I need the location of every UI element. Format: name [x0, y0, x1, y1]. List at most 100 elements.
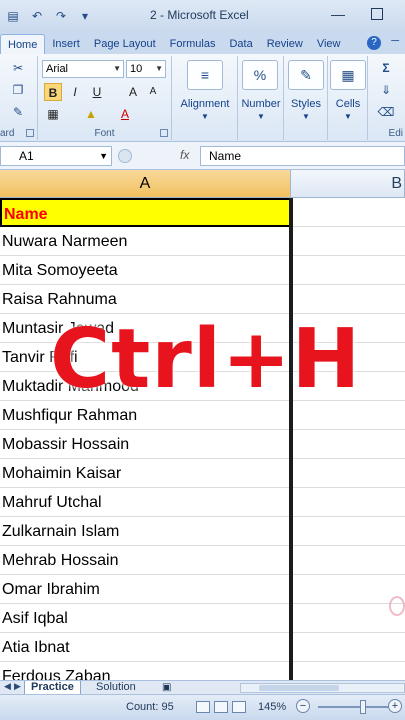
- scrollbar-thumb[interactable]: [259, 685, 339, 691]
- cell-a[interactable]: Mobassir Hossain: [0, 430, 291, 459]
- cell-b[interactable]: [292, 198, 405, 227]
- sheet-nav-left-icon[interactable]: ◀: [4, 681, 11, 692]
- column-header-a[interactable]: A: [0, 170, 291, 198]
- table-row: Mita Somoyeeta: [0, 256, 405, 285]
- page-layout-view-icon[interactable]: [214, 701, 228, 713]
- cell-a[interactable]: Raisa Rahnuma: [0, 285, 291, 314]
- editing-group: Σ ⇓ ⌫ Edi: [368, 56, 405, 140]
- tab-formulas[interactable]: Formulas: [163, 34, 223, 54]
- sheet-nav-right-icon[interactable]: ▶: [14, 681, 21, 692]
- font-color-button[interactable]: A: [116, 105, 134, 123]
- cell-a[interactable]: Mahruf Utchal: [0, 488, 291, 517]
- maximize-button[interactable]: [371, 8, 383, 20]
- page-break-view-icon[interactable]: [232, 701, 246, 713]
- tab-review[interactable]: Review: [260, 34, 310, 54]
- cell-a1[interactable]: Name: [0, 198, 291, 227]
- font-name-select[interactable]: Arial ▼: [42, 60, 124, 78]
- fill-color-icon[interactable]: ▲: [82, 105, 100, 123]
- shortcut-overlay-text: Ctrl+H: [50, 312, 362, 407]
- cell-a[interactable]: Atia Ibnat: [0, 633, 291, 662]
- cell-b[interactable]: [292, 227, 405, 256]
- selection-border: [289, 198, 293, 680]
- zoom-in-button[interactable]: +: [388, 699, 402, 713]
- sheet-tab-bar: ◀ ▶ Practice Solution ▣: [0, 680, 405, 694]
- table-row: Mahruf Utchal: [0, 488, 405, 517]
- tab-view[interactable]: View: [310, 34, 348, 54]
- cell-a[interactable]: Mohaimin Kaisar: [0, 459, 291, 488]
- cell-a[interactable]: Zulkarnain Islam: [0, 517, 291, 546]
- cell-b[interactable]: [292, 285, 405, 314]
- cell-b[interactable]: [292, 546, 405, 575]
- cell-a[interactable]: Nuwara Narmeen: [0, 227, 291, 256]
- font-size-value: 10: [130, 63, 143, 75]
- cell-a[interactable]: Mita Somoyeeta: [0, 256, 291, 285]
- fill-icon[interactable]: ⇓: [378, 82, 394, 98]
- font-launcher-icon[interactable]: [160, 129, 168, 137]
- cell-b[interactable]: [292, 459, 405, 488]
- tab-home[interactable]: Home: [0, 34, 46, 54]
- insert-sheet-icon[interactable]: ▣: [156, 681, 177, 694]
- undo-icon[interactable]: ↶: [28, 7, 46, 25]
- cell-b[interactable]: [292, 662, 405, 680]
- tab-data[interactable]: Data: [222, 34, 259, 54]
- clipboard-launcher-icon[interactable]: [26, 129, 34, 137]
- bold-button[interactable]: B: [44, 83, 62, 101]
- cell-b[interactable]: [292, 633, 405, 662]
- spreadsheet-grid: Name Nuwara Narmeen Mita Somoyeeta Raisa…: [0, 198, 405, 680]
- column-header-b[interactable]: B: [291, 170, 405, 198]
- cell-a[interactable]: Asif Iqbal: [0, 604, 291, 633]
- clear-icon[interactable]: ⌫: [378, 104, 395, 120]
- cell-b[interactable]: [292, 575, 405, 604]
- autosum-icon[interactable]: Σ: [378, 60, 394, 76]
- ribbon: ✂ ❐ ✎ ard Arial ▼ 10 ▼ B I U A A ▦ ▲ A F…: [0, 54, 405, 142]
- normal-view-icon[interactable]: [196, 701, 210, 713]
- cell-b[interactable]: [292, 488, 405, 517]
- cell-a[interactable]: Omar Ibrahim: [0, 575, 291, 604]
- cell-a[interactable]: Ferdous Zaban: [0, 662, 291, 680]
- borders-icon[interactable]: ▦: [44, 105, 62, 123]
- formula-bar-handle-icon[interactable]: [118, 149, 132, 163]
- watermark-logo-icon: [389, 596, 405, 616]
- formula-input[interactable]: Name: [200, 146, 405, 166]
- underline-button[interactable]: U: [88, 83, 106, 101]
- percent-button: %: [242, 60, 278, 90]
- cells-group[interactable]: ▦ Cells ▼: [328, 56, 368, 140]
- insert-function-button[interactable]: fx: [180, 148, 189, 162]
- table-row: Raisa Rahnuma: [0, 285, 405, 314]
- cut-icon[interactable]: ✂: [10, 60, 26, 76]
- horizontal-scrollbar[interactable]: [240, 683, 405, 693]
- copy-icon[interactable]: ❐: [10, 82, 26, 98]
- zoom-level[interactable]: 145%: [258, 701, 286, 713]
- tab-page-layout[interactable]: Page Layout: [87, 34, 163, 54]
- help-icon[interactable]: ?: [367, 36, 381, 50]
- table-row: Asif Iqbal: [0, 604, 405, 633]
- sheet-tab-solution[interactable]: Solution: [90, 681, 142, 694]
- cell-b[interactable]: [292, 604, 405, 633]
- tab-insert[interactable]: Insert: [45, 34, 87, 54]
- status-bar: Count: 95 145% − +: [0, 694, 405, 720]
- minimize-button[interactable]: —: [331, 6, 345, 22]
- customize-qat-icon[interactable]: ▾: [76, 7, 94, 25]
- zoom-slider-track[interactable]: [318, 706, 390, 708]
- italic-button[interactable]: I: [66, 83, 84, 101]
- quick-access-toolbar: ▤ ↶ ↷ ▾: [0, 7, 94, 25]
- cell-b[interactable]: [292, 256, 405, 285]
- font-size-select[interactable]: 10 ▼: [126, 60, 166, 78]
- cell-b[interactable]: [292, 517, 405, 546]
- cell-b[interactable]: [292, 430, 405, 459]
- table-row: Ferdous Zaban: [0, 662, 405, 680]
- format-painter-icon[interactable]: ✎: [10, 104, 26, 120]
- font-name-value: Arial: [46, 63, 69, 75]
- name-box[interactable]: A1 ▼: [0, 146, 112, 166]
- redo-icon[interactable]: ↷: [52, 7, 70, 25]
- window-title: 2 - Microsoft Excel: [150, 8, 249, 22]
- cell-a[interactable]: Mehrab Hossain: [0, 546, 291, 575]
- zoom-out-button[interactable]: −: [296, 699, 310, 713]
- sheet-tab-practice[interactable]: Practice: [24, 681, 81, 694]
- grow-font-button[interactable]: A: [124, 83, 142, 101]
- shrink-font-icon[interactable]: A: [144, 83, 162, 101]
- save-icon[interactable]: ▤: [4, 7, 22, 25]
- ribbon-minimize-icon[interactable]: ─: [391, 35, 399, 47]
- zoom-slider-thumb[interactable]: [360, 700, 366, 714]
- font-group: Arial ▼ 10 ▼ B I U A A ▦ ▲ A Font: [38, 56, 172, 140]
